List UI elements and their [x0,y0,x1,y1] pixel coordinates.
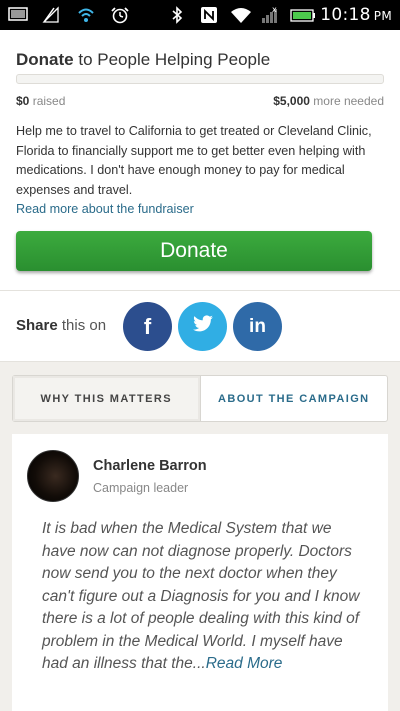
campaign-tabs: WHY THIS MATTERS ABOUT THE CAMPAIGN [12,375,388,422]
bluetooth-icon [170,6,190,24]
campaign-leader-card: Charlene Barron Campaign leader It is ba… [12,434,388,711]
read-more-link[interactable]: Read More [206,655,283,672]
campaign-description: Help me to travel to California to get t… [16,124,372,197]
image-icon [8,6,28,24]
nfc-icon [200,6,220,24]
signal-slash-icon [42,6,62,24]
leader-role: Campaign leader [93,481,189,495]
needed-amount: $5,000 more needed [273,94,384,108]
linkedin-share-button[interactable]: in [233,302,282,351]
leader-quote: It is bad when the Medical System that w… [42,518,362,676]
leader-name: Charlene Barron [93,458,207,474]
wifi-icon [230,6,252,24]
donate-button[interactable]: Donate [16,231,372,271]
twitter-icon [192,315,214,338]
facebook-share-button[interactable]: f [123,302,172,351]
tab-about-the-campaign[interactable]: ABOUT THE CAMPAIGN [201,376,388,421]
linkedin-icon: in [249,315,266,337]
quote-text: It is bad when the Medical System that w… [42,520,360,672]
share-label: Share this on [16,317,107,334]
raised-amount: $0 raised [16,94,66,108]
funding-progress-bar [16,74,384,84]
read-more-fundraiser-link[interactable]: Read more about the fundraiser [16,202,194,216]
avatar [27,450,79,502]
wifi-calling-icon [76,6,96,24]
cell-signal-icon: x [260,5,280,24]
twitter-share-button[interactable] [178,302,227,351]
page-title: Donate to People Helping People [16,50,271,69]
facebook-icon: f [143,313,152,339]
share-row: Share this on f in [0,290,400,362]
tab-why-this-matters[interactable]: WHY THIS MATTERS [13,376,201,421]
alarm-icon [110,6,130,24]
campaign-summary: Donate to People Helping People $0 raise… [0,30,400,290]
status-bar: x 10:18 PM [0,0,400,30]
clock: 10:18 PM [320,5,392,25]
battery-icon [290,6,316,24]
svg-text:x: x [272,6,277,14]
